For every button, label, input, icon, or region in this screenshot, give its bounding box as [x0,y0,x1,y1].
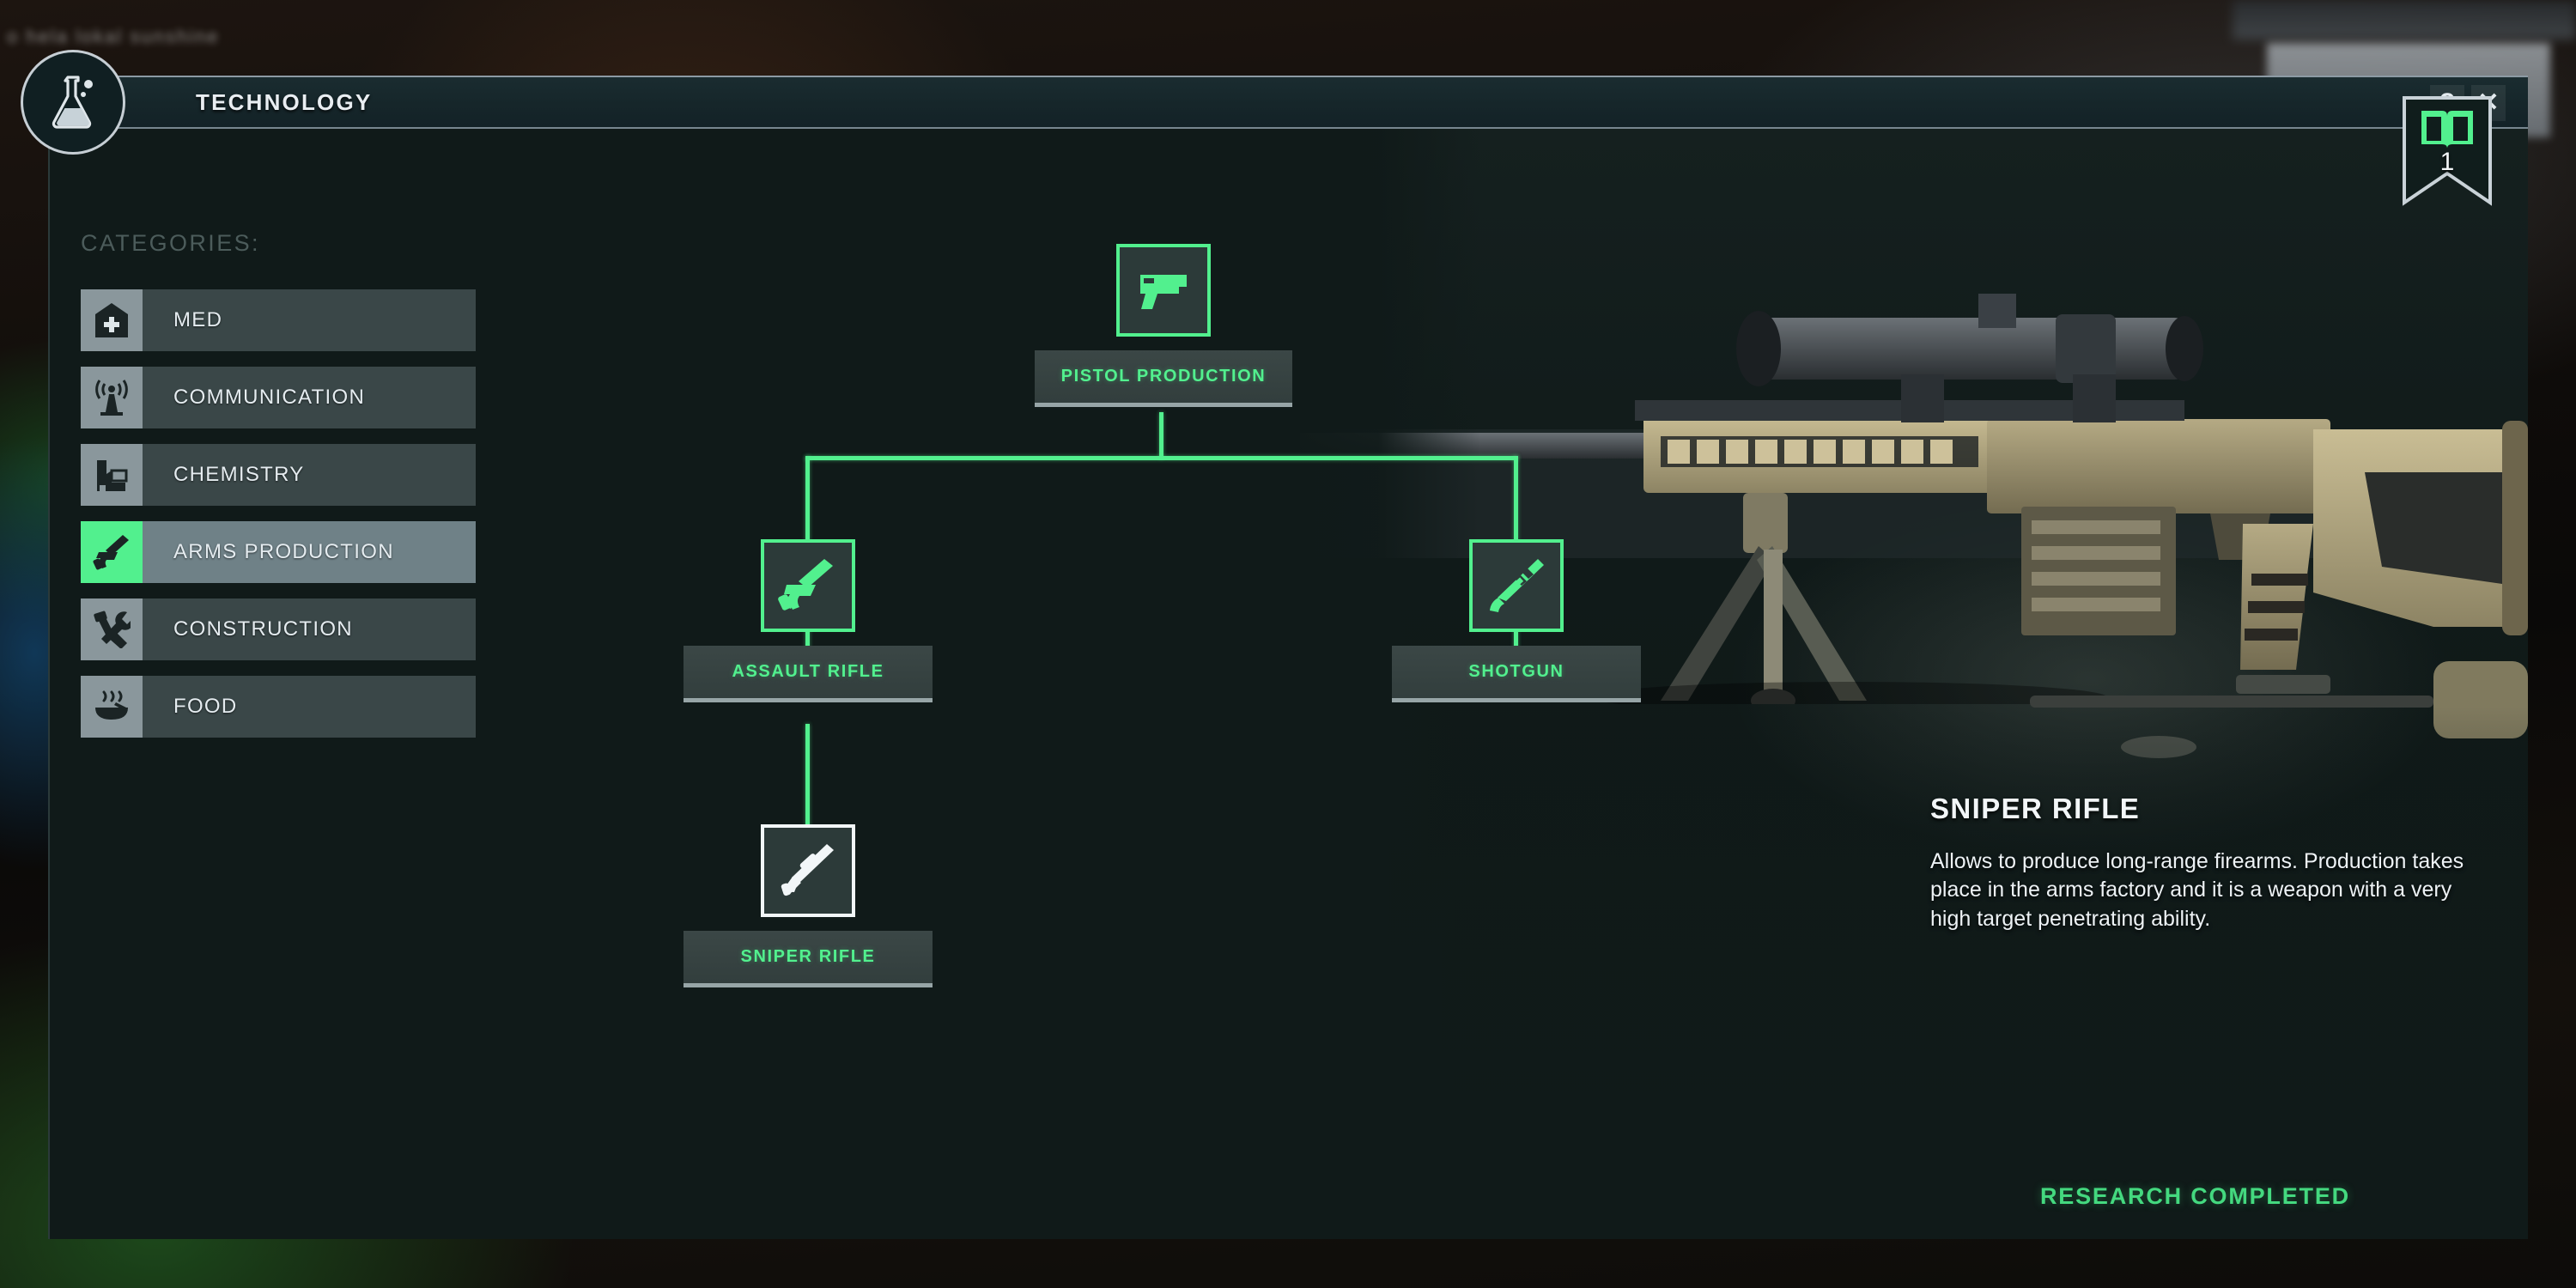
codex-bookmark-button[interactable]: 1 [2401,94,2494,206]
sniper-rifle-icon[interactable] [761,824,855,917]
tech-info-panel: SNIPER RIFLE Allows to produce long-rang… [1930,793,2480,933]
tech-node-label-text: ASSAULT RIFLE [732,662,884,681]
bookmark-count: 1 [2439,148,2455,176]
tech-node-sniper-rifle[interactable]: SNIPER RIFLE [683,824,933,987]
technology-window: TECHNOLOGY ? ✕ 1 CATEGORIES: [21,50,2528,1239]
background-blur-strip-top [2233,0,2576,39]
tech-node-label-text: PISTOL PRODUCTION [1060,367,1267,386]
tech-node-label[interactable]: PISTOL PRODUCTION [1035,350,1292,407]
status-badge: RESEARCH COMPLETED [2040,1183,2350,1209]
tree-link-assault-to-sniper [805,724,810,827]
tech-node-label-text: SHOTGUN [1468,662,1564,681]
tree-link-to-assault [805,456,810,542]
tree-link-pistol-down [1159,412,1163,459]
tech-node-label[interactable]: SHOTGUN [1392,646,1641,702]
tech-info-title: SNIPER RIFLE [1930,793,2141,824]
pistol-icon[interactable] [1116,244,1211,337]
tech-node-label[interactable]: ASSAULT RIFLE [683,646,933,702]
tech-info-description: Allows to produce long-range firearms. P… [1930,849,2464,931]
tech-node-label-text: SNIPER RIFLE [740,947,876,966]
tree-link-horizontal [805,456,1518,460]
tech-node-label[interactable]: SNIPER RIFLE [683,931,933,987]
tree-link-to-shotgun [1514,456,1518,542]
background-blurred-text: o hela lokal sunshine [7,26,220,47]
tech-node-assault-rifle[interactable]: ASSAULT RIFLE [683,539,933,702]
shotgun-icon[interactable] [1469,539,1564,632]
tech-node-pistol-production[interactable]: PISTOL PRODUCTION [1035,244,1292,407]
tech-node-shotgun[interactable]: SHOTGUN [1392,539,1641,702]
open-book-icon [2421,111,2473,149]
assault-rifle-icon[interactable] [761,539,855,632]
flask-icon [21,50,125,155]
tech-tree: PISTOL PRODUCTION ASSAULT RIFLE SHOTGUN … [50,76,1681,1239]
